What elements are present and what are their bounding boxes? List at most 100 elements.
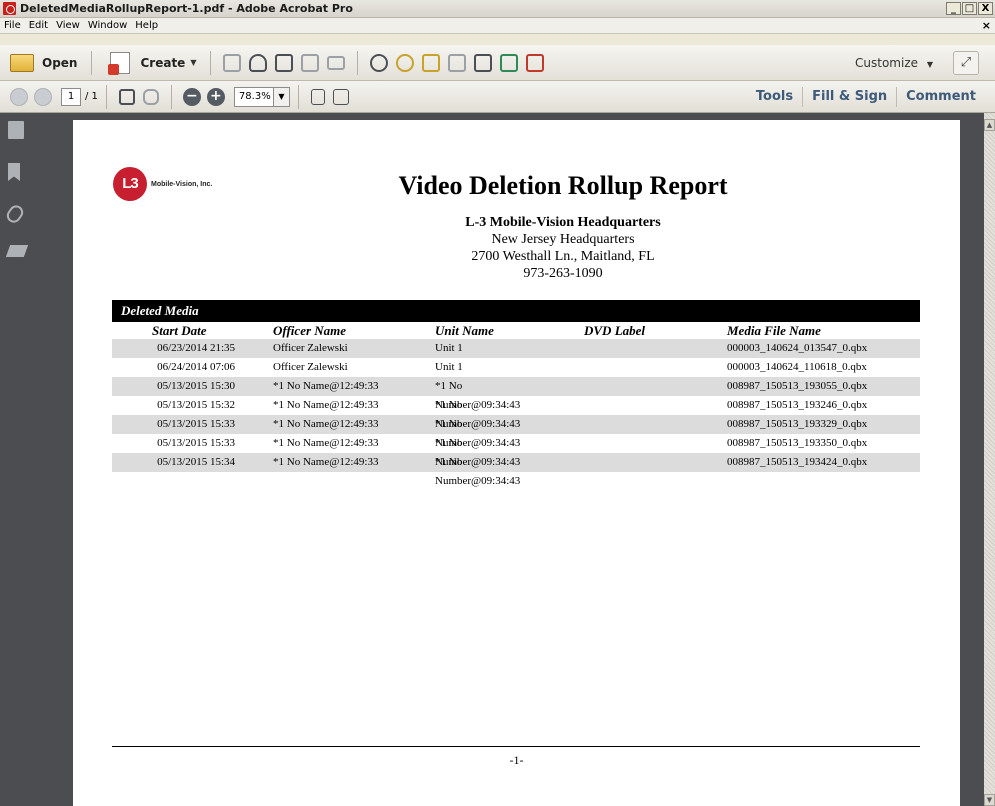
save-icon[interactable] (223, 53, 242, 72)
menu-bar: File Edit View Window Help × (0, 18, 995, 34)
table-row: 05/13/2015 15:34 *1 No Name@12:49:33 *1 … (112, 453, 920, 487)
cell-officer-name: Officer Zalewski (273, 361, 348, 373)
menu-help[interactable]: Help (131, 20, 162, 31)
email-icon[interactable] (327, 55, 346, 70)
cell-dvd-label (537, 339, 647, 358)
full-screen-icon[interactable] (332, 88, 349, 105)
cell-unit-name: *1 No Number@09:34:43 (435, 418, 521, 449)
zoom-input[interactable]: 78.3% (233, 86, 274, 107)
page-number-footer: -1- (509, 753, 524, 767)
footer-rule (112, 746, 920, 747)
tools-button[interactable]: Tools (747, 89, 802, 104)
scroll-up-icon[interactable]: ▲ (984, 119, 995, 131)
close-document-icon[interactable]: × (982, 19, 991, 32)
cell-media-file: 008987_150513_193055_0.qbx (727, 380, 868, 392)
window-title: DeletedMediaRollupReport-1.pdf - Adobe A… (20, 2, 353, 15)
highlight-icon[interactable] (422, 53, 441, 72)
create-label: Create (140, 55, 186, 70)
document-icon[interactable] (448, 53, 467, 72)
scroll-down-icon[interactable]: ▼ (984, 794, 995, 806)
maximize-button[interactable]: □ (962, 2, 977, 15)
open-button[interactable]: Open (0, 49, 83, 77)
column-header: Officer Name (273, 323, 347, 338)
settings-icon[interactable] (370, 53, 389, 72)
menu-window[interactable]: Window (84, 20, 131, 31)
signature-icon[interactable] (5, 245, 29, 257)
fill-sign-button[interactable]: Fill & Sign (803, 89, 896, 104)
document-search-icon[interactable] (474, 53, 493, 72)
redact-icon[interactable] (526, 53, 545, 72)
column-header: Unit Name (435, 323, 494, 338)
chevron-down-icon: ▼ (190, 58, 197, 67)
cell-media-file: 000003_140624_110618_0.qbx (727, 361, 867, 373)
column-header: Media File Name (727, 323, 821, 338)
cell-media-file: 008987_150513_193329_0.qbx (727, 418, 868, 430)
cell-dvd-label (537, 396, 647, 415)
cell-start-date: 06/24/2014 07:06 (157, 361, 235, 373)
cell-media-file: 008987_150513_193350_0.qbx (727, 437, 868, 449)
create-button[interactable]: Create ▼ (100, 49, 202, 77)
vertical-scrollbar[interactable]: ▲ ▼ (984, 113, 995, 806)
page-total: / 1 (85, 91, 98, 102)
pages-icon[interactable] (8, 121, 24, 139)
toolbar-divider (357, 50, 359, 75)
attachment-icon[interactable] (4, 202, 26, 226)
logo-text: Mobile-Vision, Inc. (151, 180, 213, 188)
expand-icon[interactable]: ⤢ (953, 51, 979, 75)
table-row: 06/24/2014 07:06 Officer Zalewski Unit 1… (112, 358, 920, 377)
page-number-input[interactable]: 1 (61, 87, 81, 106)
hq-line2: New Jersey Headquarters (491, 232, 635, 247)
table-row: 05/13/2015 15:32 *1 No Name@12:49:33 *1 … (112, 396, 920, 430)
cell-start-date: 05/13/2015 15:34 (157, 456, 235, 468)
bookmark-icon[interactable] (8, 163, 20, 181)
create-icon (108, 51, 131, 75)
table-row: 05/13/2015 15:33 *1 No Name@12:49:33 *1 … (112, 415, 920, 449)
cell-start-date: 05/13/2015 15:33 (157, 418, 235, 430)
toolbar-divider (170, 84, 172, 109)
comment-icon[interactable] (396, 53, 415, 72)
comment-button[interactable]: Comment (897, 89, 985, 104)
report-title: Video Deletion Rollup Report (398, 171, 728, 200)
cloud-upload-icon[interactable] (249, 53, 268, 72)
cell-unit-name: *1 No Number@09:34:43 (435, 437, 521, 468)
cell-officer-name: Officer Zalewski (273, 342, 348, 354)
document-area[interactable]: L3 Mobile-Vision, Inc. Video Deletion Ro… (50, 113, 984, 806)
fit-page-icon[interactable] (310, 88, 325, 105)
navigation-toolbar: 1 / 1 − + 78.3% ▼ Tools Fill & Sign Comm… (0, 81, 995, 113)
table-row: 06/23/2014 21:35 Officer Zalewski Unit 1… (112, 339, 920, 358)
minimize-button[interactable]: _ (946, 2, 961, 15)
zoom-out-icon[interactable]: − (182, 87, 201, 106)
company-logo: L3 Mobile-Vision, Inc. (113, 167, 212, 201)
cell-unit-name: Unit 1 (435, 342, 463, 354)
previous-page-icon[interactable] (10, 87, 28, 106)
cell-dvd-label (537, 453, 647, 472)
menu-view[interactable]: View (52, 20, 84, 31)
section-header: Deleted Media (112, 300, 920, 322)
cell-dvd-label (537, 377, 647, 396)
acrobat-app-icon (3, 2, 16, 15)
customize-button[interactable]: Customize ▼ (855, 56, 933, 70)
menu-file[interactable]: File (0, 20, 25, 31)
export-icon[interactable] (500, 53, 519, 72)
cell-start-date: 05/13/2015 15:33 (157, 437, 235, 449)
table-header: Start Date Officer Name Unit Name DVD La… (112, 323, 920, 339)
close-window-button[interactable]: X (978, 2, 993, 15)
cell-unit-name: Unit 1 (435, 361, 463, 373)
navigation-pane (0, 113, 50, 806)
cell-officer-name: *1 No Name@12:49:33 (273, 437, 379, 449)
select-cursor-icon[interactable] (118, 88, 135, 105)
zoom-in-icon[interactable]: + (206, 87, 225, 106)
cell-start-date: 05/13/2015 15:32 (157, 399, 235, 411)
next-page-icon[interactable] (34, 87, 52, 106)
cell-media-file: 008987_150513_193246_0.qbx (727, 399, 868, 411)
cell-unit-name: *1 No Number@09:34:43 (435, 399, 521, 430)
menu-edit[interactable]: Edit (25, 20, 52, 31)
deleted-media-table: Start Date Officer Name Unit Name DVD La… (112, 323, 920, 487)
hand-tool-icon[interactable] (142, 88, 159, 105)
zoom-dropdown[interactable]: ▼ (273, 86, 290, 107)
edit-icon[interactable] (301, 53, 320, 72)
table-row: 05/13/2015 15:30 *1 No Name@12:49:33 *1 … (112, 377, 920, 411)
pdf-page: L3 Mobile-Vision, Inc. Video Deletion Ro… (73, 120, 960, 806)
print-icon[interactable] (275, 53, 294, 72)
column-header: Start Date (152, 323, 207, 338)
